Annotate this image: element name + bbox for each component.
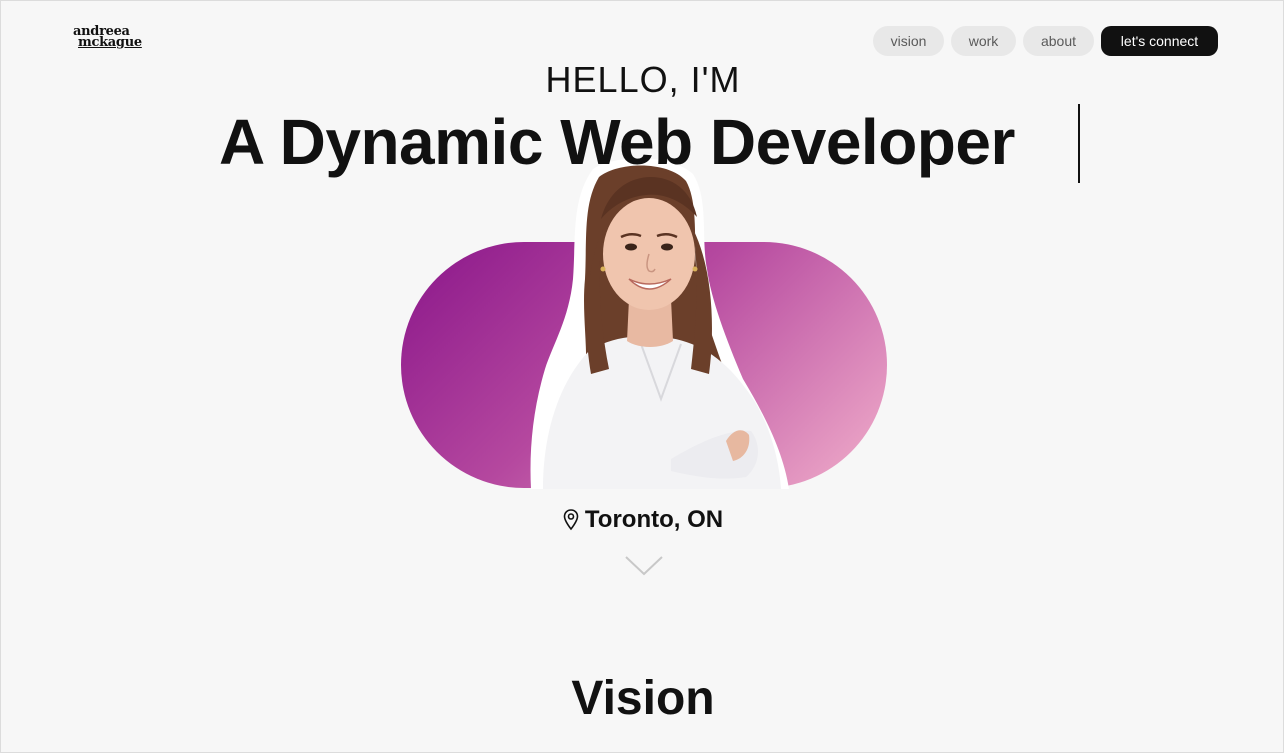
page: andreea mckague vision work about let's … — [0, 0, 1284, 753]
vision-section-title: Vision — [571, 672, 715, 725]
location-pin-icon — [563, 509, 579, 531]
location: Toronto, ON — [1, 506, 1283, 534]
nav-about-button[interactable]: about — [1023, 26, 1094, 56]
hero-greeting: HELLO, I'M — [545, 59, 741, 100]
location-text: Toronto, ON — [584, 506, 724, 533]
site-logo[interactable]: andreea mckague — [73, 25, 145, 52]
top-nav: vision work about let's connect — [873, 26, 1218, 56]
nav-vision-button[interactable]: vision — [873, 26, 944, 56]
lets-connect-button[interactable]: let's connect — [1101, 26, 1218, 56]
logo-line-2: mckague — [78, 35, 142, 50]
chevron-down-icon[interactable] — [624, 554, 664, 578]
nav-work-button[interactable]: work — [951, 26, 1016, 56]
typing-caret — [1078, 104, 1080, 183]
hero-headline: A Dynamic Web Developer — [219, 106, 1015, 178]
profile-photo — [530, 159, 789, 489]
